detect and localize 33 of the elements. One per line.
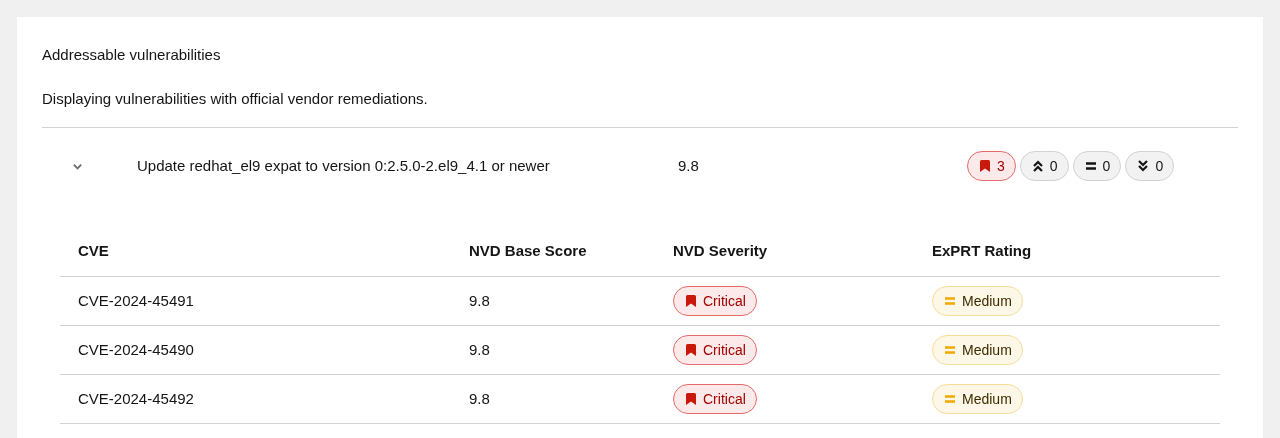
severity-label: Critical: [673, 286, 757, 316]
flag-icon: [978, 159, 992, 173]
cve-id: CVE-2024-45490: [78, 339, 195, 360]
flag-icon: [684, 294, 698, 308]
column-header: NVD Severity: [673, 241, 769, 262]
base-score: 9.8: [469, 290, 491, 311]
rating-label: Medium: [932, 335, 1023, 365]
severity-count-badge: 3: [967, 151, 1016, 181]
cve-id: CVE-2024-45492: [78, 388, 195, 409]
severity-label: Critical: [673, 335, 757, 365]
column-header: NVD Base Score: [469, 241, 588, 262]
rating-label: Medium: [932, 384, 1023, 414]
base-score: 9.8: [469, 388, 491, 409]
equals-icon: [943, 392, 957, 406]
column-header: CVE: [78, 241, 110, 262]
flag-icon: [684, 343, 698, 357]
section-description: Displaying vulnerabilities with official vendor remediations.: [42, 87, 1238, 128]
double-chevron-down-icon: [1136, 159, 1151, 173]
severity-label: Critical: [673, 384, 757, 414]
equals-icon: [1083, 159, 1098, 173]
equals-icon: [943, 343, 957, 357]
column-header: ExPRT Rating: [932, 241, 1033, 262]
cve-id: CVE-2024-45491: [78, 290, 195, 311]
severity-count-badge: 0: [1019, 151, 1069, 181]
remediation-label: Update redhat_el9 expat to version 0:2.5.0-2.el9_4.1 or newer: [137, 155, 551, 176]
flag-icon: [684, 392, 698, 406]
equals-icon: [943, 294, 957, 308]
severity-count-badge: 0: [1072, 151, 1122, 181]
base-score: 9.8: [469, 339, 491, 360]
rating-label: Medium: [932, 286, 1023, 316]
section-title: Addressable vulnerabilities: [42, 45, 222, 65]
remediation-score: 9.8: [678, 155, 700, 176]
severity-count-badge: 0: [1125, 151, 1175, 181]
